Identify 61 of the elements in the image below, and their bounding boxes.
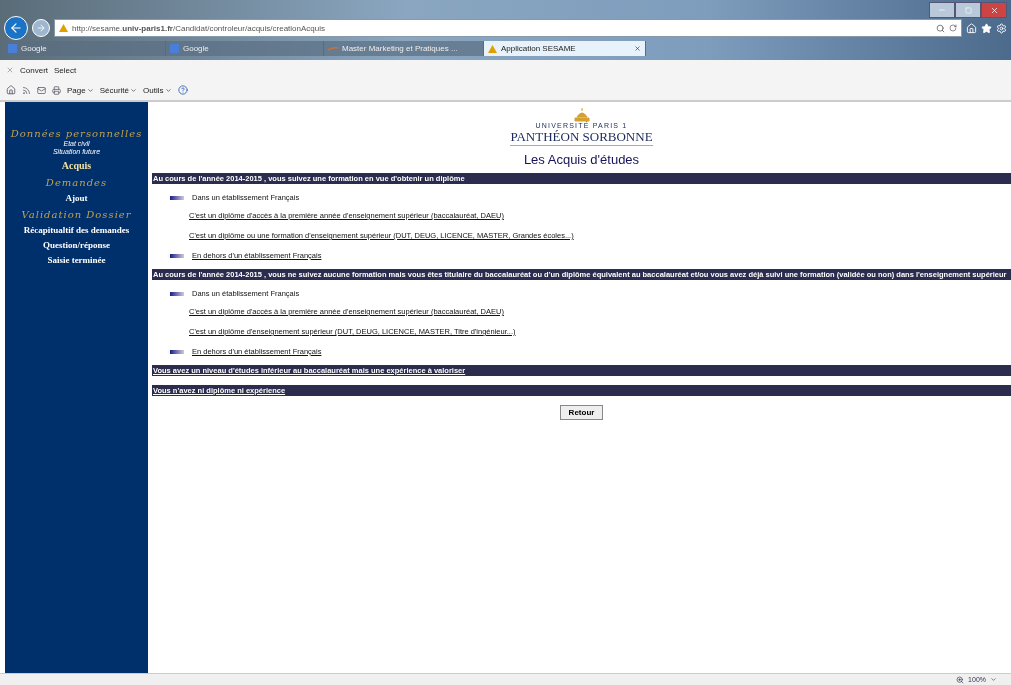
back-button[interactable] xyxy=(4,16,28,40)
mail-icon[interactable] xyxy=(37,85,46,95)
browser-tab[interactable]: Google xyxy=(4,41,166,56)
feed-icon[interactable] xyxy=(22,85,31,95)
help-icon[interactable] xyxy=(177,85,188,95)
bullet-icon xyxy=(170,349,184,354)
tab-icon xyxy=(170,44,179,53)
command-menu[interactable]: Outils xyxy=(143,85,172,95)
sidebar-heading: Demandes xyxy=(45,177,108,188)
address-bar[interactable]: http://sesame.univ-paris1.fr/Candidat/controleur/acquis/creationAcquis xyxy=(54,19,962,37)
sidebar-link[interactable]: Saisie terminée xyxy=(47,255,106,265)
minimize-button[interactable] xyxy=(929,2,955,18)
forward-arrow-icon xyxy=(36,23,46,33)
close-button[interactable] xyxy=(981,2,1007,18)
sidebar-heading: Données personnelles xyxy=(10,128,143,139)
caret-icon[interactable] xyxy=(990,676,997,683)
home-icon[interactable] xyxy=(6,85,16,95)
addon-button[interactable]: Convert xyxy=(20,65,48,75)
close-icon[interactable] xyxy=(6,66,14,74)
close-icon xyxy=(989,5,999,15)
page-title: Les Acquis d'études xyxy=(522,152,641,167)
star-icon[interactable] xyxy=(981,22,992,34)
caret-icon xyxy=(164,86,172,94)
bullet-icon xyxy=(170,195,184,200)
maximize-icon xyxy=(964,6,972,14)
command-menu[interactable]: Sécurité xyxy=(99,85,138,95)
logo-text: PANTHÉON SORBONNE xyxy=(510,129,653,146)
sidebar-link[interactable]: Acquis xyxy=(61,160,92,171)
bullet-icon xyxy=(170,253,184,258)
warning-icon xyxy=(59,24,68,32)
tab-icon xyxy=(328,46,338,51)
back-button[interactable]: Retour xyxy=(559,405,604,420)
sidebar-link[interactable]: Question/réponse xyxy=(43,240,110,250)
tab-icon xyxy=(8,44,17,53)
zoom-icon[interactable] xyxy=(956,675,965,684)
bullet-icon xyxy=(170,291,184,296)
print-icon[interactable] xyxy=(52,85,61,95)
browser-tab[interactable]: Master Marketing et Pratiques ... xyxy=(324,41,484,56)
sidebar-heading: Validation Dossier xyxy=(21,209,132,220)
sidebar-link[interactable]: Ajout xyxy=(65,193,88,203)
back-arrow-icon xyxy=(9,21,23,35)
tab-label: Application SESAME xyxy=(501,44,576,53)
browser-tab[interactable]: Google xyxy=(166,41,324,56)
close-tab-icon[interactable] xyxy=(634,45,641,52)
settings-icon[interactable] xyxy=(996,22,1007,34)
warning-icon xyxy=(488,44,497,53)
refresh-icon[interactable] xyxy=(949,24,957,32)
caret-icon xyxy=(86,86,94,94)
forward-button[interactable] xyxy=(32,19,50,37)
tab-label: Google xyxy=(21,44,47,53)
sidebar-link[interactable]: Récapitualtif des demandes xyxy=(23,225,130,235)
browser-tab[interactable]: Application SESAME xyxy=(484,41,646,56)
tab-label: Google xyxy=(183,44,209,53)
tab-label: Master Marketing et Pratiques ... xyxy=(342,44,458,53)
url-text: http://sesame.univ-paris1.fr/Candidat/controleur/acquis/creationAcquis xyxy=(72,23,326,33)
command-menu[interactable]: Page xyxy=(67,85,94,95)
maximize-button[interactable] xyxy=(955,2,981,18)
search-icon[interactable] xyxy=(936,23,945,33)
addon-button[interactable]: Select xyxy=(54,65,77,75)
caret-icon xyxy=(130,86,138,94)
dome-icon xyxy=(573,108,590,122)
